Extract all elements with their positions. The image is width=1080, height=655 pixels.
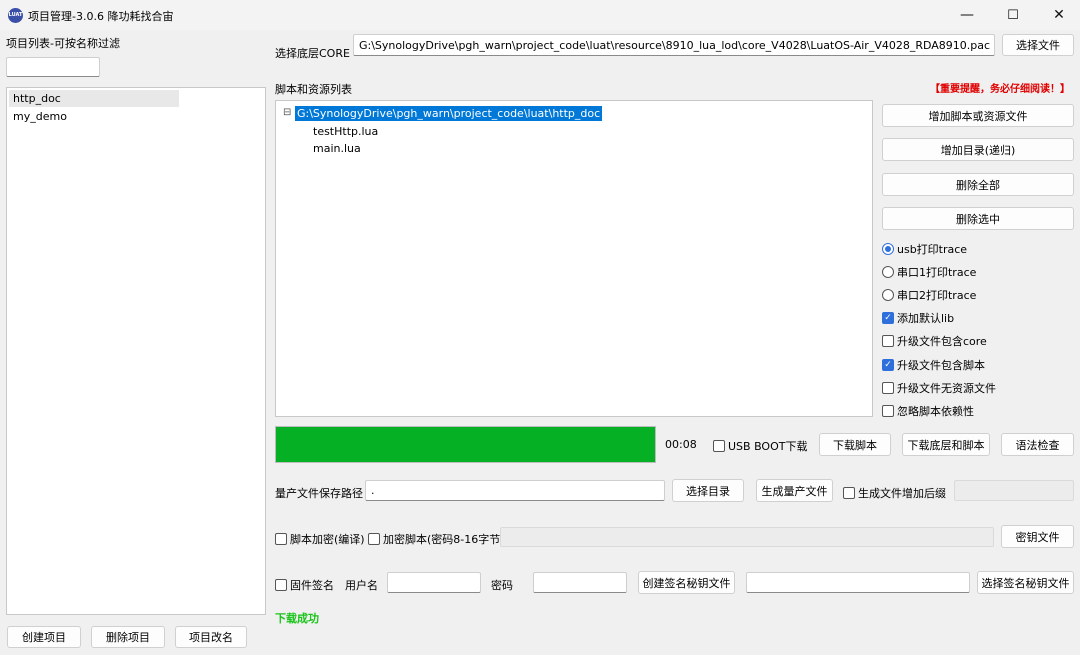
sign-key-path-input[interactable] <box>746 572 970 593</box>
choose-core-file-button[interactable]: 选择文件 <box>1002 34 1074 56</box>
include-core-checkbox[interactable]: 升级文件包含core <box>882 333 987 349</box>
tree-collapse-icon[interactable]: ⊟ <box>283 107 291 118</box>
check-icon[interactable]: ✓ <box>882 312 894 324</box>
add-suffix-checkbox[interactable]: 生成文件增加后缀 <box>843 485 946 501</box>
checkbox[interactable] <box>713 440 725 452</box>
checkbox[interactable] <box>368 533 380 545</box>
script-tree: ⊟ G:\SynologyDrive\pgh_warn\project_code… <box>275 100 873 417</box>
elapsed-time: 00:08 <box>665 438 697 451</box>
delete-all-button[interactable]: 删除全部 <box>882 173 1074 196</box>
username-label: 用户名 <box>345 579 378 592</box>
status-message: 下载成功 <box>275 612 319 625</box>
progress-bar <box>275 426 656 463</box>
key-file-button[interactable]: 密钥文件 <box>1001 525 1074 548</box>
usb-trace-option[interactable]: usb打印trace <box>882 241 967 257</box>
uart1-trace-option[interactable]: 串口1打印trace <box>882 264 976 280</box>
app-icon: LUAT <box>8 8 23 23</box>
create-sign-key-button[interactable]: 创建签名秘钥文件 <box>638 571 735 594</box>
password-encrypt-checkbox[interactable]: 加密脚本(密码8-16字节) <box>368 531 505 547</box>
production-path-input[interactable]: . <box>365 480 665 501</box>
ignore-dependency-checkbox[interactable]: 忽略脚本依赖性 <box>882 403 974 419</box>
checkbox[interactable] <box>843 487 855 499</box>
checkbox[interactable] <box>275 533 287 545</box>
add-script-button[interactable]: 增加脚本或资源文件 <box>882 104 1074 127</box>
encrypt-password-input[interactable] <box>500 527 994 547</box>
checkbox[interactable] <box>882 382 894 394</box>
tree-file-testhttp[interactable]: testHttp.lua <box>313 124 378 139</box>
password-input[interactable] <box>533 572 627 593</box>
minimize-button[interactable]: — <box>944 0 990 30</box>
delete-project-button[interactable]: 删除项目 <box>91 626 165 648</box>
generate-production-button[interactable]: 生成量产文件 <box>756 479 833 502</box>
project-filter-label: 项目列表-可按名称过滤 <box>6 37 120 50</box>
checkbox[interactable] <box>882 335 894 347</box>
check-icon[interactable]: ✓ <box>882 359 894 371</box>
window-title: 项目管理-3.0.6 降功耗找合宙 <box>28 10 174 23</box>
download-script-button[interactable]: 下载脚本 <box>819 433 891 456</box>
add-directory-button[interactable]: 增加目录(递归) <box>882 138 1074 161</box>
usb-boot-checkbox[interactable]: USB BOOT下载 <box>713 438 807 454</box>
syntax-check-button[interactable]: 语法检查 <box>1001 433 1074 456</box>
maximize-button[interactable]: ☐ <box>990 0 1036 30</box>
progress-fill <box>276 427 655 462</box>
username-input[interactable] <box>387 572 481 593</box>
choose-sign-key-button[interactable]: 选择签名秘钥文件 <box>977 571 1074 594</box>
delete-selected-button[interactable]: 删除选中 <box>882 207 1074 230</box>
download-core-script-button[interactable]: 下载底层和脚本 <box>902 433 990 456</box>
tree-file-main[interactable]: main.lua <box>313 141 361 156</box>
project-item-http-doc[interactable]: http_doc <box>9 90 179 107</box>
compile-encrypt-checkbox[interactable]: 脚本加密(编译) <box>275 531 365 547</box>
checkbox[interactable] <box>275 579 287 591</box>
password-label: 密码 <box>491 579 513 592</box>
suffix-input[interactable] <box>954 480 1074 501</box>
project-list: http_doc my_demo <box>6 87 266 615</box>
choose-directory-button[interactable]: 选择目录 <box>672 479 744 502</box>
rename-project-button[interactable]: 项目改名 <box>175 626 247 648</box>
project-filter-input[interactable] <box>6 57 100 77</box>
no-resource-checkbox[interactable]: 升级文件无资源文件 <box>882 380 996 396</box>
radio-button[interactable] <box>882 266 894 278</box>
core-path-input[interactable]: G:\SynologyDrive\pgh_warn\project_code\l… <box>353 34 995 56</box>
script-list-label: 脚本和资源列表 <box>275 83 352 96</box>
close-button[interactable]: ✕ <box>1036 0 1080 30</box>
important-warning-link[interactable]: 【重要提醒，务必仔细阅读！】 <box>930 80 1070 95</box>
radio-button[interactable] <box>882 289 894 301</box>
uart2-trace-option[interactable]: 串口2打印trace <box>882 287 976 303</box>
core-label: 选择底层CORE <box>275 47 350 60</box>
create-project-button[interactable]: 创建项目 <box>7 626 81 648</box>
production-path-label: 量产文件保存路径 <box>275 487 363 500</box>
firmware-sign-checkbox[interactable]: 固件签名 <box>275 577 334 593</box>
include-script-checkbox[interactable]: ✓ 升级文件包含脚本 <box>882 357 985 373</box>
radio-button[interactable] <box>882 243 894 255</box>
default-lib-checkbox[interactable]: ✓ 添加默认lib <box>882 310 954 326</box>
checkbox[interactable] <box>882 405 894 417</box>
project-item-my-demo[interactable]: my_demo <box>9 108 179 125</box>
tree-root-folder[interactable]: G:\SynologyDrive\pgh_warn\project_code\l… <box>295 106 603 121</box>
